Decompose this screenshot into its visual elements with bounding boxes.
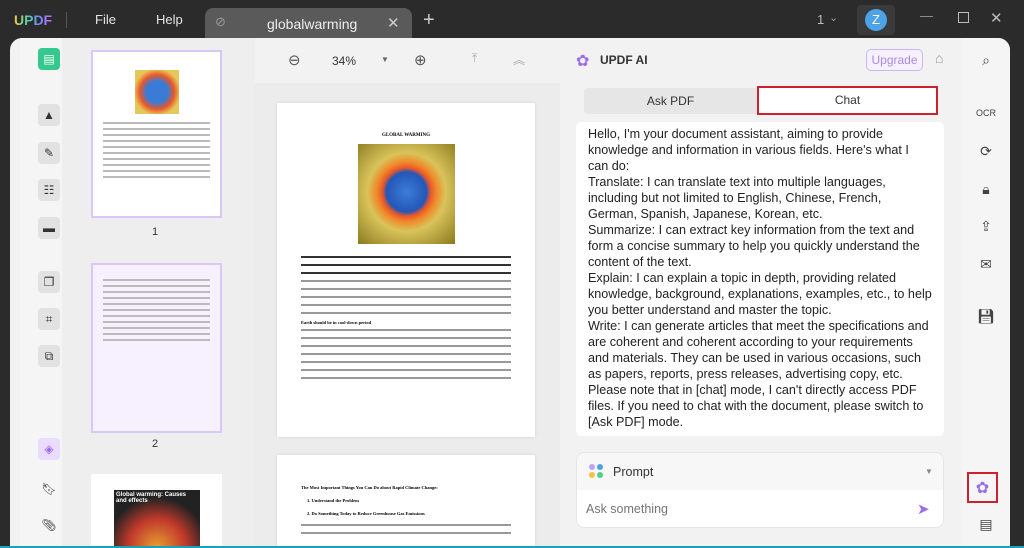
highlighter-icon[interactable]: ▲ bbox=[38, 104, 60, 126]
tab-ask-pdf[interactable]: Ask PDF bbox=[584, 88, 757, 114]
layers-icon[interactable]: ◈ bbox=[38, 438, 60, 460]
title-bar: UPDF File Help ⊘ globalwarming ✕ + 1 ⌄ Z… bbox=[0, 0, 1024, 40]
page2-heading: The Most Important Things You Can Do abo… bbox=[301, 485, 438, 490]
redact-icon[interactable]: ▬ bbox=[38, 217, 60, 239]
page2-item-2: 2. Do Something Today to Reduce Greenhou… bbox=[307, 511, 425, 516]
page-heading: Earth should be in cool-down period bbox=[301, 320, 372, 325]
thumbnail-label-2: 2 bbox=[152, 438, 159, 450]
message-line: Please note that in [chat] mode, I can't… bbox=[588, 383, 924, 429]
attachment-icon[interactable]: 📎︎ bbox=[38, 514, 60, 536]
zoom-in-icon[interactable]: ⊕ bbox=[414, 51, 427, 69]
comment-icon[interactable]: ▤ bbox=[976, 514, 996, 534]
send-icon[interactable]: ➤ bbox=[917, 500, 930, 518]
clear-chat-icon[interactable]: ⌂ bbox=[935, 50, 943, 66]
view-toolbar: ⊖ 34% ▼ ⊕ ⤒ ︽ bbox=[255, 38, 560, 83]
zoom-level[interactable]: 34% bbox=[332, 54, 356, 68]
chevron-down-icon[interactable]: ⌄ bbox=[829, 11, 838, 24]
globe-image bbox=[134, 70, 179, 114]
maximize-icon[interactable] bbox=[958, 12, 969, 23]
ask-input[interactable] bbox=[577, 490, 943, 527]
updf-ai-logo-icon: ✿ bbox=[576, 53, 590, 70]
thumbnail-page-1[interactable] bbox=[91, 50, 222, 218]
pdf-page-1: GLOBAL WARMING Earth should be in cool-d… bbox=[277, 103, 535, 437]
upgrade-button[interactable]: Upgrade bbox=[866, 49, 923, 71]
edit-pdf-icon[interactable]: ✎ bbox=[38, 142, 60, 164]
zoom-out-icon[interactable]: ⊖ bbox=[288, 51, 301, 69]
cloud-off-icon: ⊘ bbox=[215, 14, 226, 29]
menu-help[interactable]: Help bbox=[156, 12, 183, 27]
avatar: Z bbox=[865, 9, 887, 31]
reader-mode-icon[interactable]: ▤ bbox=[38, 48, 60, 70]
message-line: Translate: I can translate text into mul… bbox=[588, 175, 886, 221]
thumbnail-page-3[interactable]: Global warming: Causes and effects bbox=[91, 474, 222, 548]
first-page-icon[interactable]: ⤒ bbox=[472, 51, 477, 66]
account-button[interactable]: Z bbox=[857, 5, 895, 35]
new-tab-button[interactable]: + bbox=[423, 9, 435, 32]
document-tab[interactable]: ⊘ globalwarming ✕ bbox=[205, 8, 412, 40]
ai-title: UPDF AI bbox=[600, 53, 648, 67]
thumbnail-label-1: 1 bbox=[152, 226, 159, 238]
organize-pages-icon[interactable]: ❐ bbox=[38, 271, 60, 293]
main-area: ▤ ▲ ✎ ☷ ▬ ❐ ⌗ ⧉ ◈ 🔖︎ 📎︎ 1 2 Global warmi… bbox=[10, 38, 1010, 548]
chat-message: Hello, I'm your document assistant, aimi… bbox=[576, 122, 944, 436]
close-window-icon[interactable]: ✕ bbox=[990, 9, 1003, 27]
right-toolbar: ⌕ OCR ⟳ 🔒︎ ⇪ ✉ 💾︎ ✿ ▤ bbox=[962, 38, 1010, 548]
prompt-box: Prompt ▼ ➤ bbox=[576, 452, 944, 528]
tab-chat[interactable]: Chat bbox=[757, 86, 938, 115]
window-count[interactable]: 1 bbox=[817, 12, 824, 27]
pdf-page-2: The Most Important Things You Can Do abo… bbox=[277, 455, 535, 548]
prompt-selector[interactable]: Prompt bbox=[613, 465, 653, 479]
updf-ai-icon[interactable]: ✿ bbox=[967, 472, 998, 503]
page-title: GLOBAL WARMING bbox=[381, 133, 431, 138]
previous-page-icon[interactable]: ︽ bbox=[513, 51, 525, 68]
email-icon[interactable]: ✉ bbox=[976, 254, 996, 274]
updf-logo: UPDF bbox=[14, 12, 53, 28]
save-icon[interactable]: 💾︎ bbox=[976, 306, 996, 326]
minimize-icon[interactable]: — bbox=[920, 8, 933, 23]
share-icon[interactable]: ⇪ bbox=[976, 216, 996, 236]
close-tab-icon[interactable]: ✕ bbox=[387, 14, 400, 32]
globe-image bbox=[357, 144, 455, 244]
convert-icon[interactable]: ⧉ bbox=[38, 345, 60, 367]
document-viewer: ⊖ 34% ▼ ⊕ ⤒ ︽ GLOBAL WARMING Earth shoul… bbox=[255, 38, 560, 548]
ai-panel: ✿ UPDF AI Upgrade ⌂ Ask PDF Chat Hello, … bbox=[560, 38, 962, 548]
divider bbox=[66, 12, 67, 28]
message-line: Explain: I can explain a topic in depth,… bbox=[588, 271, 932, 317]
menu-file[interactable]: File bbox=[95, 12, 116, 27]
message-line: Write: I can generate articles that meet… bbox=[588, 319, 929, 381]
message-line: Hello, I'm your document assistant, aimi… bbox=[588, 127, 909, 173]
message-line: Summarize: I can extract key information… bbox=[588, 223, 920, 269]
left-toolbar: ▤ ▲ ✎ ☷ ▬ ❐ ⌗ ⧉ ◈ 🔖︎ 📎︎ bbox=[20, 38, 62, 548]
form-icon[interactable]: ☷ bbox=[38, 179, 60, 201]
page2-item-1: 1. Understand the Problem bbox=[307, 498, 359, 503]
crop-icon[interactable]: ⌗ bbox=[38, 308, 60, 330]
bookmark-icon[interactable]: 🔖︎ bbox=[38, 478, 60, 500]
thumbnail3-title: Global warming: Causes and effects bbox=[114, 490, 200, 548]
prompt-icon bbox=[589, 464, 603, 478]
convert-pdf-icon[interactable]: ⟳ bbox=[976, 141, 996, 161]
tab-title: globalwarming bbox=[267, 16, 358, 32]
ocr-icon[interactable]: OCR bbox=[976, 103, 996, 123]
thumbnail-panel: 1 2 Global warming: Causes and effects bbox=[62, 38, 255, 548]
protect-icon[interactable]: 🔒︎ bbox=[976, 179, 996, 199]
prompt-dropdown-icon[interactable]: ▼ bbox=[925, 467, 933, 476]
zoom-dropdown-icon[interactable]: ▼ bbox=[381, 55, 389, 64]
thumbnail-page-2[interactable] bbox=[91, 263, 222, 433]
search-icon[interactable]: ⌕ bbox=[976, 50, 996, 70]
